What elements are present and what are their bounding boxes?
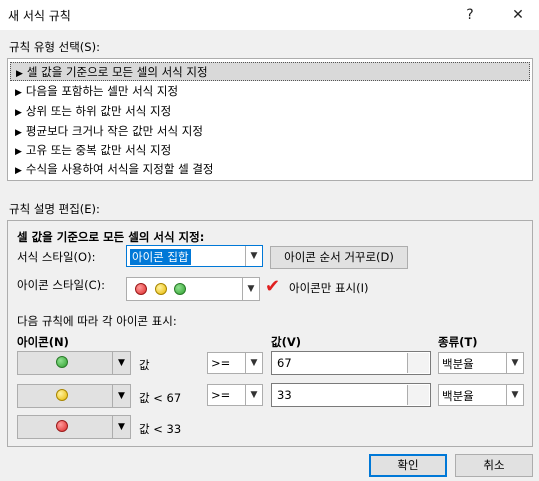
- rule-type-label: 규칙 유형 선택(S):: [9, 40, 100, 54]
- value-column-header: 값(V): [271, 335, 301, 349]
- triangle-right-icon: ▶: [15, 147, 22, 157]
- condition-label-row-3: 값 < 33: [139, 422, 182, 436]
- format-style-label: 서식 스타일(O):: [17, 250, 96, 264]
- triangle-right-icon: ▶: [15, 88, 22, 98]
- icon-style-select[interactable]: ▼: [126, 277, 260, 301]
- rules-caption: 다음 규칙에 따라 각 아이콘 표시:: [17, 314, 177, 328]
- rule-type-item[interactable]: ▶ 셀 값을 기준으로 모든 셀의 서식 지정: [10, 62, 530, 81]
- close-button[interactable]: ✕: [505, 4, 531, 26]
- chevron-down-icon: ▼: [506, 385, 523, 405]
- type-select-row-2[interactable]: 백분율 ▼: [438, 384, 524, 406]
- icon-only-checkbox[interactable]: ✔: [265, 276, 280, 297]
- icon-style-label: 아이콘 스타일(C):: [17, 278, 106, 292]
- format-style-select[interactable]: 아이콘 집합 ▼: [126, 245, 263, 267]
- type-column-header: 종류(T): [438, 335, 478, 349]
- chevron-down-icon: ▼: [506, 353, 523, 373]
- dialog-title: 새 서식 규칙: [8, 9, 71, 23]
- triangle-right-icon: ▶: [15, 166, 22, 176]
- green-circle-icon: [56, 356, 68, 368]
- icon-column-header: 아이콘(N): [17, 335, 69, 349]
- chevron-down-icon: ▼: [245, 246, 262, 266]
- range-select-icon[interactable]: [407, 353, 429, 373]
- chevron-down-icon: ▼: [245, 385, 262, 405]
- red-circle-icon: [56, 420, 68, 432]
- rule-desc-label: 규칙 설명 편집(E):: [9, 202, 100, 216]
- icon-select-row-1[interactable]: ▼: [17, 351, 131, 375]
- triangle-right-icon: ▶: [15, 108, 22, 118]
- rule-type-item[interactable]: ▶ 수식을 사용하여 서식을 지정할 셀 결정: [10, 160, 530, 179]
- type-select-row-1[interactable]: 백분율 ▼: [438, 352, 524, 374]
- condition-label-row-1: 값: [139, 358, 150, 372]
- yellow-circle-icon: [56, 389, 68, 401]
- reverse-icon-order-button[interactable]: 아이콘 순서 거꾸로(D): [270, 246, 408, 269]
- cancel-button[interactable]: 취소: [455, 454, 533, 477]
- triangle-right-icon: ▶: [15, 128, 22, 138]
- rule-type-item[interactable]: ▶ 고유 또는 중복 값만 서식 지정: [10, 141, 530, 160]
- condition-label-row-2: 값 < 67: [139, 391, 182, 405]
- icon-select-row-3[interactable]: ▼: [17, 415, 131, 439]
- value-input-row-1[interactable]: 67: [271, 351, 431, 375]
- value-input-row-2[interactable]: 33: [271, 383, 431, 407]
- chevron-down-icon: ▼: [112, 352, 130, 374]
- chevron-down-icon: ▼: [245, 353, 262, 373]
- yellow-circle-icon: [154, 283, 167, 295]
- chevron-down-icon: ▼: [242, 278, 259, 300]
- icon-select-row-2[interactable]: ▼: [17, 384, 131, 408]
- operator-select-row-2[interactable]: >= ▼: [207, 384, 263, 406]
- ok-button[interactable]: 확인: [369, 454, 447, 477]
- operator-select-row-1[interactable]: >= ▼: [207, 352, 263, 374]
- chevron-down-icon: ▼: [112, 385, 130, 407]
- help-button[interactable]: ?: [457, 4, 483, 26]
- rule-desc-heading: 셀 값을 기준으로 모든 셀의 서식 지정:: [17, 230, 205, 244]
- triangle-right-icon: ▶: [16, 69, 23, 79]
- rule-type-item[interactable]: ▶ 다음을 포함하는 셀만 서식 지정: [10, 82, 530, 101]
- red-circle-icon: [135, 283, 147, 295]
- rule-type-item[interactable]: ▶ 상위 또는 하위 값만 서식 지정: [10, 102, 530, 121]
- range-select-icon[interactable]: [407, 385, 429, 405]
- green-circle-icon: [174, 283, 187, 295]
- icon-only-label: 아이콘만 표시(I): [289, 281, 369, 295]
- rule-type-list[interactable]: ▶ 셀 값을 기준으로 모든 셀의 서식 지정 ▶ 다음을 포함하는 셀만 서식 지…: [7, 58, 533, 181]
- rule-type-item[interactable]: ▶ 평균보다 크거나 작은 값만 서식 지정: [10, 122, 530, 141]
- chevron-down-icon: ▼: [112, 416, 130, 438]
- traffic-light-icons: [135, 283, 187, 298]
